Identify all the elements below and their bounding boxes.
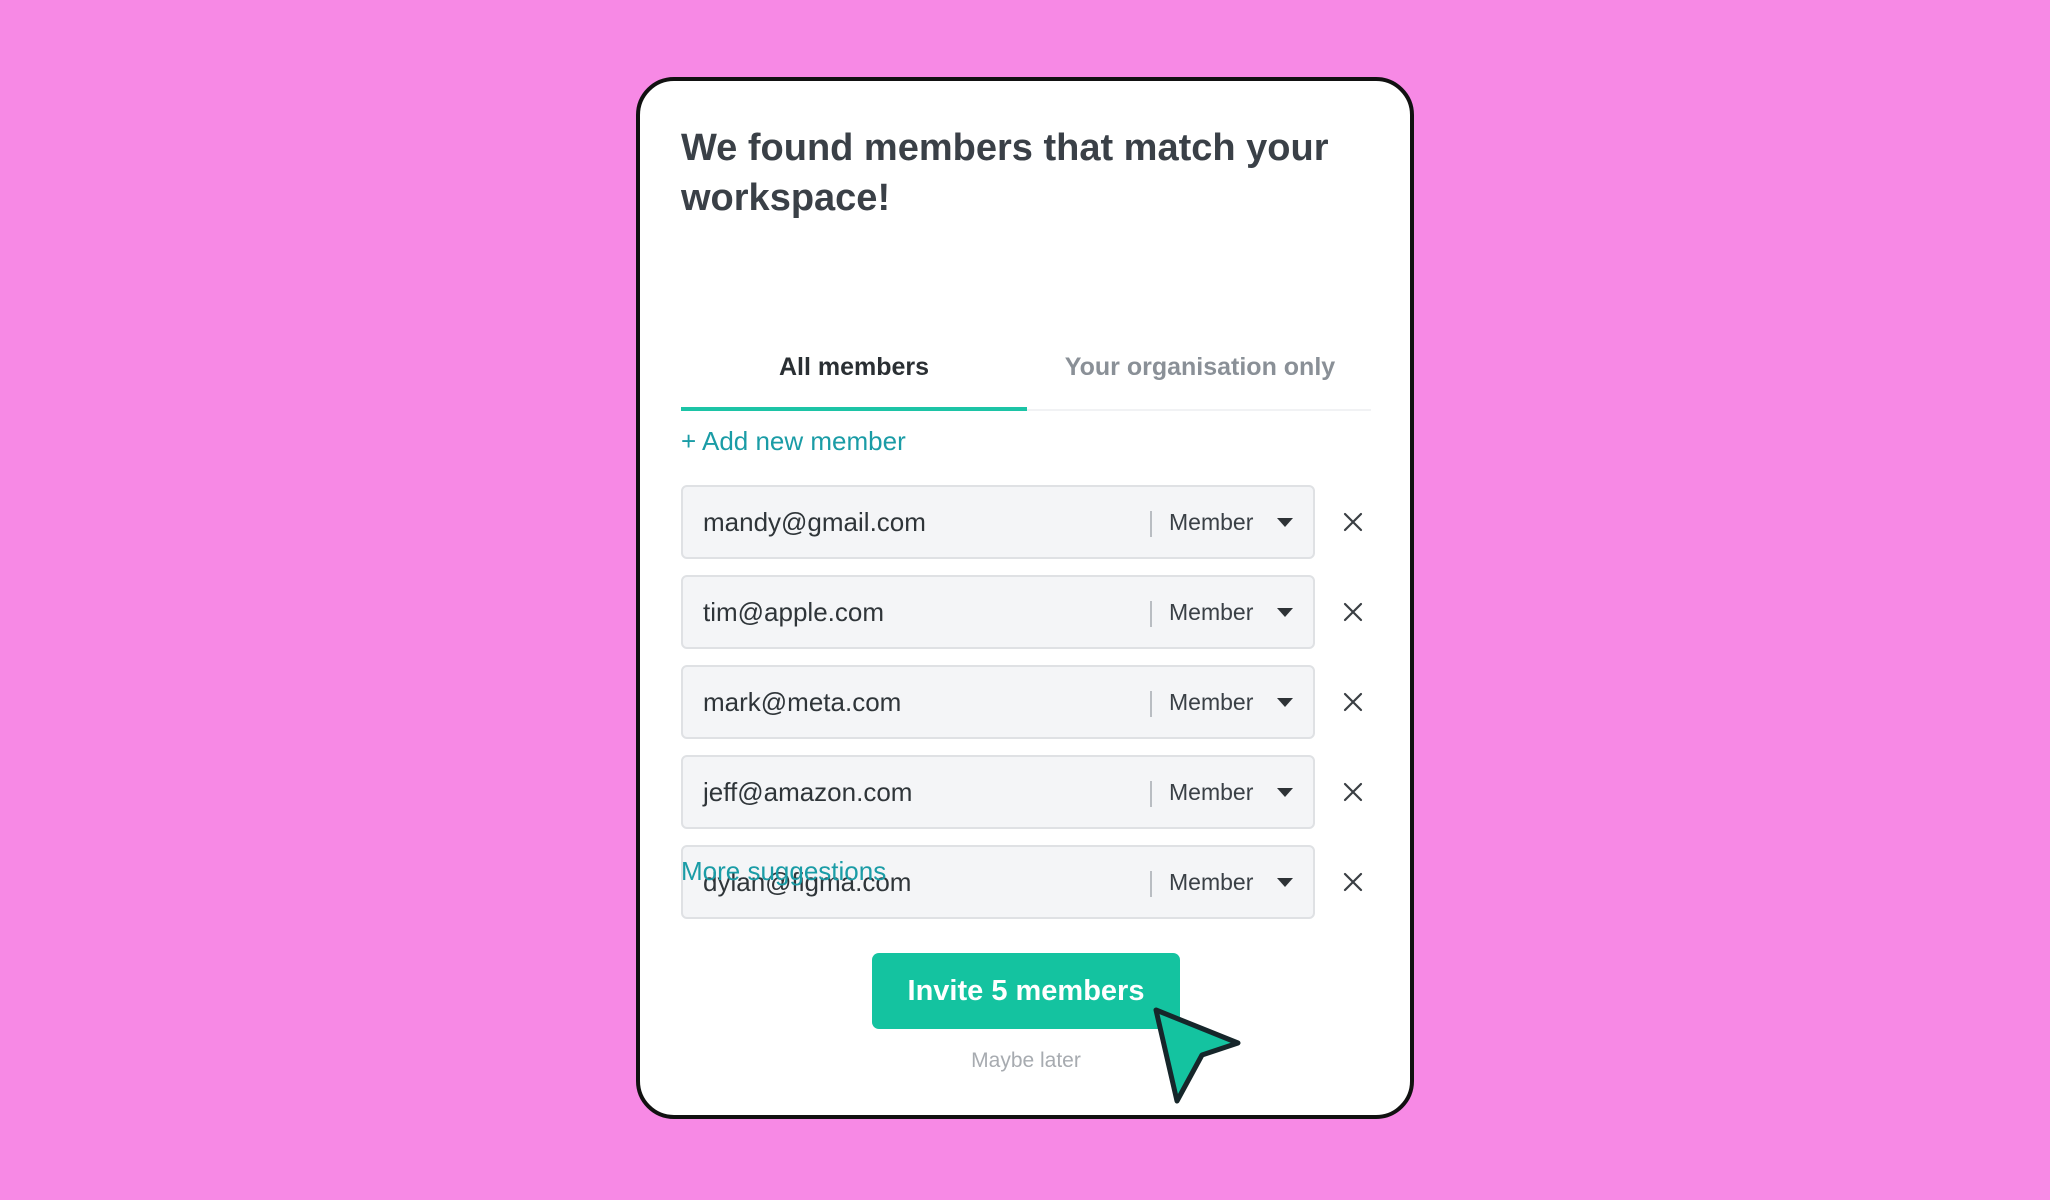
role-dropdown[interactable]: Member (1169, 577, 1299, 647)
caret-down-icon (1277, 518, 1293, 527)
active-tab-indicator (681, 407, 1027, 411)
member-email: tim@apple.com (703, 597, 885, 627)
caret-down-icon (1277, 698, 1293, 707)
member-email: mandy@gmail.com (703, 507, 926, 537)
invite-members-dialog: We found members that match your workspa… (636, 77, 1414, 1119)
page-canvas: We found members that match your workspa… (0, 0, 2050, 1200)
mouse-pointer-icon (1153, 1007, 1241, 1104)
role-label: Member (1169, 779, 1254, 805)
close-icon[interactable] (1337, 776, 1369, 808)
field-divider (1150, 781, 1152, 807)
tab-bar: All members Your organisation only (681, 329, 1371, 411)
close-icon[interactable] (1337, 596, 1369, 628)
member-email-field[interactable]: mark@meta.com Member (681, 665, 1315, 739)
member-email: jeff@amazon.com (703, 777, 913, 807)
tab-all-members-label: All members (778, 353, 930, 381)
caret-down-icon (1277, 608, 1293, 617)
member-email: mark@meta.com (703, 687, 902, 717)
field-divider (1150, 601, 1152, 627)
role-dropdown[interactable]: Member (1169, 487, 1299, 557)
role-label: Member (1169, 869, 1254, 895)
member-email-field[interactable]: tim@apple.com Member (681, 575, 1315, 649)
invite-members-button[interactable]: Invite 5 members (872, 953, 1180, 1029)
caret-down-icon (1277, 878, 1293, 887)
member-email-field[interactable]: mandy@gmail.com Member (681, 485, 1315, 559)
member-row: jeff@amazon.com Member (681, 755, 1371, 829)
field-divider (1150, 511, 1152, 537)
maybe-later-link[interactable]: Maybe later (872, 1049, 1180, 1073)
caret-down-icon (1277, 788, 1293, 797)
role-label: Member (1169, 509, 1254, 535)
member-row: mandy@gmail.com Member (681, 485, 1371, 559)
close-icon[interactable] (1337, 866, 1369, 898)
role-dropdown[interactable]: Member (1169, 667, 1299, 737)
more-suggestions-link[interactable]: More suggestions (681, 856, 886, 887)
close-icon[interactable] (1337, 686, 1369, 718)
member-row: mark@meta.com Member (681, 665, 1371, 739)
role-dropdown[interactable]: Member (1169, 847, 1299, 917)
dialog-title: We found members that match your workspa… (681, 127, 1329, 219)
tab-your-organisation-only[interactable]: Your organisation only (1027, 329, 1373, 409)
add-new-member-link[interactable]: + Add new member (681, 426, 906, 457)
member-email-field[interactable]: jeff@amazon.com Member (681, 755, 1315, 829)
field-divider (1150, 691, 1152, 717)
role-label: Member (1169, 689, 1254, 715)
tab-organisation-label: Your organisation only (1064, 353, 1336, 381)
close-icon[interactable] (1337, 506, 1369, 538)
tab-all-members[interactable]: All members (681, 329, 1027, 411)
role-dropdown[interactable]: Member (1169, 757, 1299, 827)
role-label: Member (1169, 599, 1254, 625)
member-row: tim@apple.com Member (681, 575, 1371, 649)
field-divider (1150, 871, 1152, 897)
